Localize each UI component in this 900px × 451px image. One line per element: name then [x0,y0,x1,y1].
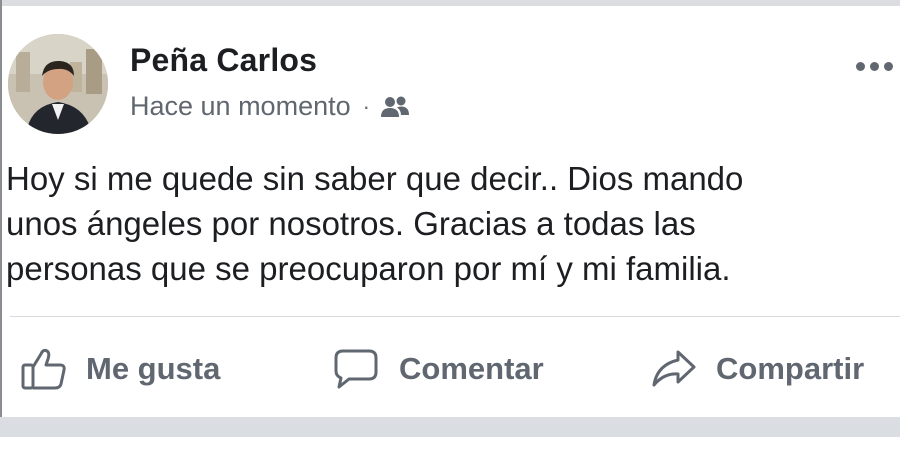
avatar-photo [8,34,108,134]
more-options-icon[interactable] [856,56,900,76]
comment-label: Comentar [399,351,544,386]
meta-separator: · [362,93,370,119]
share-label: Compartir [716,351,865,386]
share-arrow-icon [652,350,696,387]
post-author-name[interactable]: Peña Carlos [130,42,317,79]
bottom-separator-bar [0,417,900,451]
share-button[interactable]: Compartir [651,338,864,400]
divider [10,316,900,317]
more-dot [870,61,879,71]
more-dot [884,61,893,71]
post-text: Hoy si me quede sin saber que decir.. Di… [6,160,744,287]
post-meta: Hace un momento · [130,91,410,122]
post-timestamp[interactable]: Hace un momento [130,91,351,122]
comment-bubble-icon [334,349,378,389]
comment-button[interactable]: Comentar [333,338,544,400]
more-dot [856,61,865,71]
thumbs-up-icon [21,348,66,390]
like-label: Me gusta [86,351,221,386]
top-separator-bar [0,0,900,6]
avatar[interactable] [8,34,108,134]
friends-icon [380,95,410,119]
like-button[interactable]: Me gusta [20,338,220,400]
post-actions-bar: Me gusta Comentar Compartir [0,338,900,400]
